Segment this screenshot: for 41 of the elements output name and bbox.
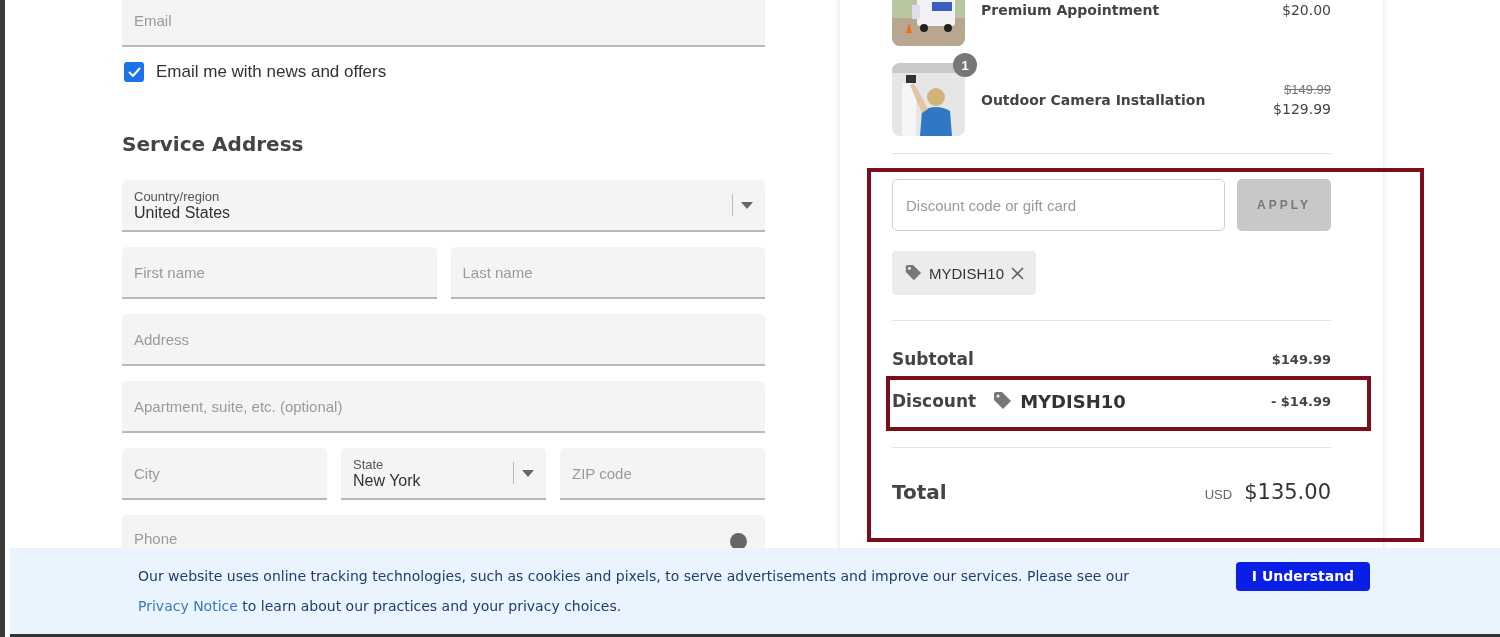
- cookie-message: Our website uses online tracking technologies, such as cookies and pixels, to serve advertisements and improve our services. Please see our Privacy Notice to learn about our practices and your privacy choices.: [138, 567, 1131, 616]
- item-price: $129.99: [1273, 101, 1331, 117]
- input-field[interactable]: City: [122, 448, 327, 500]
- field-label: State: [353, 456, 385, 472]
- privacy-link[interactable]: Privacy Notice: [138, 598, 238, 614]
- email-field[interactable]: Email: [122, 0, 765, 47]
- tag-icon: [992, 391, 1013, 411]
- input-field[interactable]: Last name: [450, 247, 765, 299]
- discount-label: Discount: [892, 391, 977, 411]
- section-heading: Service Address: [122, 132, 305, 156]
- field-value: United States: [134, 203, 232, 222]
- input-field[interactable]: ZIP code: [560, 448, 765, 500]
- caret-icon: [522, 469, 534, 477]
- item-name: Premium Appointment: [981, 1, 1161, 18]
- input-field[interactable]: Apartment, suite, etc. (optional): [122, 381, 765, 433]
- checkbox[interactable]: [124, 62, 144, 82]
- understand-button[interactable]: I Understand: [1236, 561, 1370, 591]
- chip-label: MYDISH10: [929, 264, 1005, 282]
- tag-icon: [904, 264, 922, 282]
- discount-field[interactable]: Discount code or gift card: [892, 179, 1225, 231]
- caret-icon: [741, 201, 753, 209]
- item-name: Outdoor Camera Installation: [981, 91, 1207, 108]
- currency-label: USD: [1204, 487, 1233, 502]
- subtotal-value: $149.99: [1271, 351, 1331, 367]
- quantity-badge: 1: [953, 53, 977, 77]
- discount-value: - $14.99: [1270, 393, 1331, 409]
- close-icon[interactable]: [1011, 266, 1025, 280]
- item-price: $20.00: [1282, 1, 1331, 18]
- discount-code: MYDISH10: [1020, 390, 1126, 412]
- select-field[interactable]: Country/region United States: [122, 180, 765, 232]
- field-label: Country/region: [134, 188, 221, 204]
- checkbox-label: Email me with news and offers: [156, 62, 387, 82]
- input-field[interactable]: First name: [122, 247, 437, 299]
- total-value: $135.00: [1244, 480, 1331, 504]
- checkmark-icon: [127, 67, 141, 77]
- select-field[interactable]: State New York: [341, 448, 546, 500]
- original-price: $149.99: [1284, 82, 1331, 97]
- total-label: Total: [892, 480, 947, 504]
- field-value: New York: [353, 471, 422, 490]
- subtotal-label: Subtotal: [892, 349, 974, 369]
- input-field[interactable]: Address: [122, 314, 765, 366]
